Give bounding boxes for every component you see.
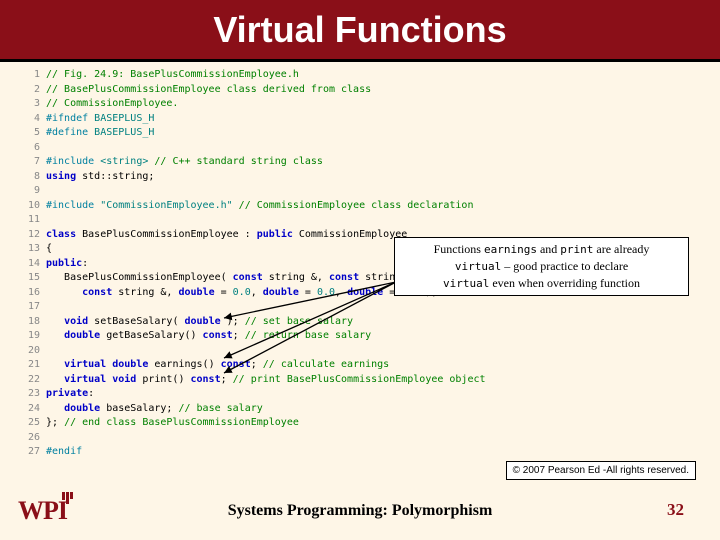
page-number: 32	[667, 500, 684, 520]
footer-title: Systems Programming: Polymorphism	[228, 502, 493, 520]
slide-title: Virtual Functions	[213, 9, 506, 51]
annotation-callout: Functions earnings and print are already…	[394, 237, 689, 296]
wpi-logo: WPI	[18, 496, 67, 526]
copyright-notice: © 2007 Pearson Ed -All rights reserved.	[506, 461, 696, 480]
title-bar: Virtual Functions	[0, 0, 720, 62]
